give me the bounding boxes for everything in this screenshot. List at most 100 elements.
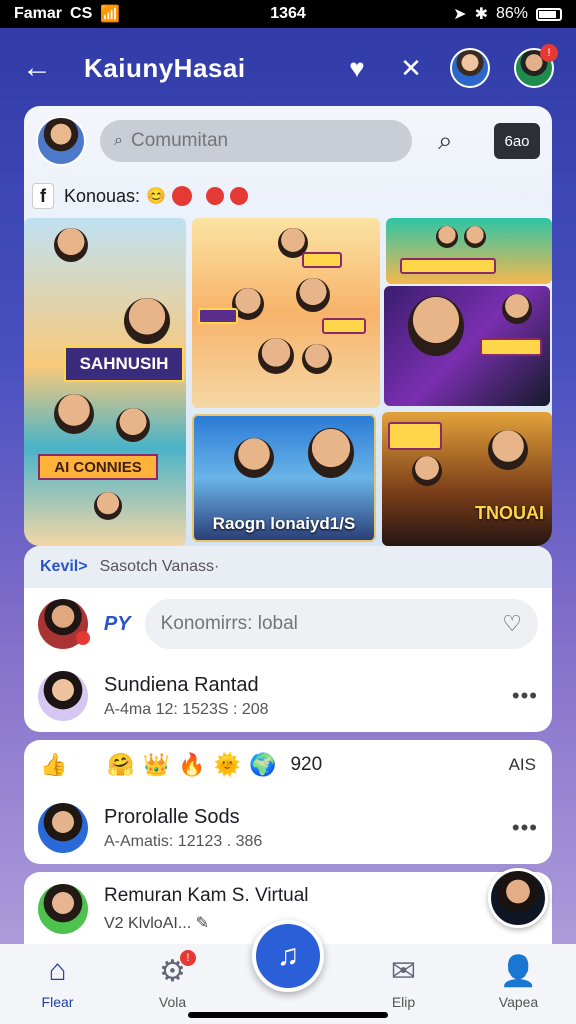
reaction-icon: 👑 [142,752,171,777]
battery-icon [536,7,562,21]
collage-tile[interactable]: SAHNUSIH AI CONNIES [24,218,186,546]
sticker-tag [400,258,496,274]
profile-icon: 👤 [499,955,538,988]
user-meta: V2 KlvloAI... [104,915,192,932]
nav-item-profile[interactable]: 👤 Vapea [461,954,576,1010]
comment-tabs: Kevil> Sasotch Vanass· [24,546,552,588]
home-indicator[interactable] [188,1012,388,1018]
avatar[interactable] [38,599,90,649]
more-options-icon[interactable]: ••• [512,815,538,841]
like-icon[interactable]: 👍 [40,752,67,778]
sticker-tag [198,308,238,324]
person-image [412,456,442,486]
person-image [302,344,332,374]
comment-input[interactable] [160,613,481,635]
tile-caption: Raogn lonaiyd1/S [212,514,356,533]
person-image [258,338,294,374]
notification-badge [75,631,90,645]
py-label[interactable]: PY [104,613,131,636]
red-chip-icon[interactable] [171,186,192,206]
avatar[interactable] [38,884,88,934]
nav-label: Vapea [498,994,539,1010]
edit-icon[interactable]: ✎ [196,915,209,932]
location-icon: ➤ [453,6,467,23]
image-collage: SAHNUSIH AI CONNIES Raogn lonaiyd1/S TNO… [24,218,552,546]
nav-item-messages[interactable]: ✉ Elip [346,954,461,1010]
comment-field[interactable]: ♡ [144,599,538,649]
avatar[interactable] [36,116,86,166]
user-meta: A-4ma 12: 1523S : 208 [104,700,269,718]
user-name: Sundiena Rantad [104,673,259,696]
promo-banner: AI CONNIES [38,454,158,480]
nav-label: Flear [41,994,74,1010]
red-chip-icon[interactable] [229,187,248,205]
battery-percent: 86% [495,5,528,22]
red-chip-icon[interactable] [205,187,224,205]
user-meta: A-Amatis: 12123 . 386 [104,832,263,850]
search-icon: ⌕ [114,132,123,149]
floating-avatar[interactable] [488,868,548,928]
comments-card: Kevil> Sasotch Vanass· PY ♡ Sundiena Ran… [24,546,552,732]
collage-tile[interactable]: TNOUAI [382,412,552,546]
search-input[interactable] [130,130,371,152]
feed-card: ⌕ ⌕ 6ao f Konouas: 😊 Shiri SAHNUSIH AI C… [24,106,552,546]
page-title: KaiunyHasai [84,52,246,83]
sticker-tag [480,338,542,356]
collage-tile[interactable] [386,218,552,284]
music-fab-button[interactable]: ♫ [252,920,324,992]
emoji-chip-icon[interactable]: 😊 [146,186,166,206]
nav-item-home[interactable]: ⌂ Flear [0,954,115,1010]
shi-label[interactable]: Shiri [505,188,536,204]
collage-tile[interactable] [384,286,550,406]
search-field[interactable]: ⌕ [100,120,412,162]
collage-tile[interactable] [192,218,380,408]
carrier-label: Famar [14,5,63,22]
home-icon: ⌂ [48,954,67,987]
nav-label: Elip [391,994,416,1010]
comment-bubble-icon[interactable]: ♡ [502,611,522,637]
comment-compose-row: PY ♡ [24,596,552,652]
list-item[interactable]: Sundiena Rantad A-4ma 12: 1523S : 208 ••… [24,666,552,726]
app-header: ← KaiunyHasai ♥ ✕ ! [0,28,576,108]
user-name: Prorolalle Sods [104,805,240,828]
avatar[interactable] [38,671,88,721]
search-icon[interactable]: ⌕ [438,125,453,157]
profile-avatar[interactable]: ! [514,44,558,88]
collage-tile[interactable]: Raogn lonaiyd1/S [192,414,376,542]
shuffle-icon[interactable]: ✕ [396,53,426,84]
settings-icon: ⚙! [159,950,196,990]
reaction-emojis[interactable]: 🤗 👑 🔥 🌞 🌍 [107,752,276,778]
reaction-icon: 🔥 [178,752,206,777]
go-button[interactable]: 6ao [494,123,540,159]
filter-row: f Konouas: 😊 Shiri [24,176,552,216]
person-image [54,228,88,262]
person-image [436,226,458,248]
user-name: Remuran Kam S. Virtual [104,885,309,906]
avatar[interactable] [450,48,490,88]
filter-label: Konouas: [64,185,141,206]
person-image [234,438,274,478]
ais-label[interactable]: AIS [509,755,536,775]
reactions-row: 👍 🤗 👑 🔥 🌞 🌍 920 AIS [24,740,552,790]
avatar[interactable] [38,803,88,853]
person-image [54,394,94,434]
heart-icon[interactable]: ♥ [342,53,372,84]
person-image [296,278,330,312]
reactions-card: 👍 🤗 👑 🔥 🌞 🌍 920 AIS Prorolalle Sods A-Am… [24,740,552,864]
nav-item-settings[interactable]: ⚙! Vola [115,950,230,1010]
list-item[interactable]: Prorolalle Sods A-Amatis: 12123 . 386 ••… [24,798,552,858]
promo-banner: SAHNUSIH [64,346,184,382]
tab-active[interactable]: Kevil> [40,558,88,576]
sticker-tag [388,422,442,450]
reaction-icon: 🤗 [107,752,135,777]
facebook-icon[interactable]: f [32,183,54,209]
more-options-icon[interactable]: ••• [512,683,538,709]
tab-search[interactable]: Sasotch Vanass· [100,558,220,576]
person-image [124,298,170,344]
reaction-icon: 🌍 [249,752,277,777]
back-arrow-icon[interactable]: ← [22,51,62,85]
reaction-count: 920 [290,754,323,775]
person-image [408,296,464,356]
nav-label: Vola [158,994,187,1010]
sticker-tag [302,252,342,268]
